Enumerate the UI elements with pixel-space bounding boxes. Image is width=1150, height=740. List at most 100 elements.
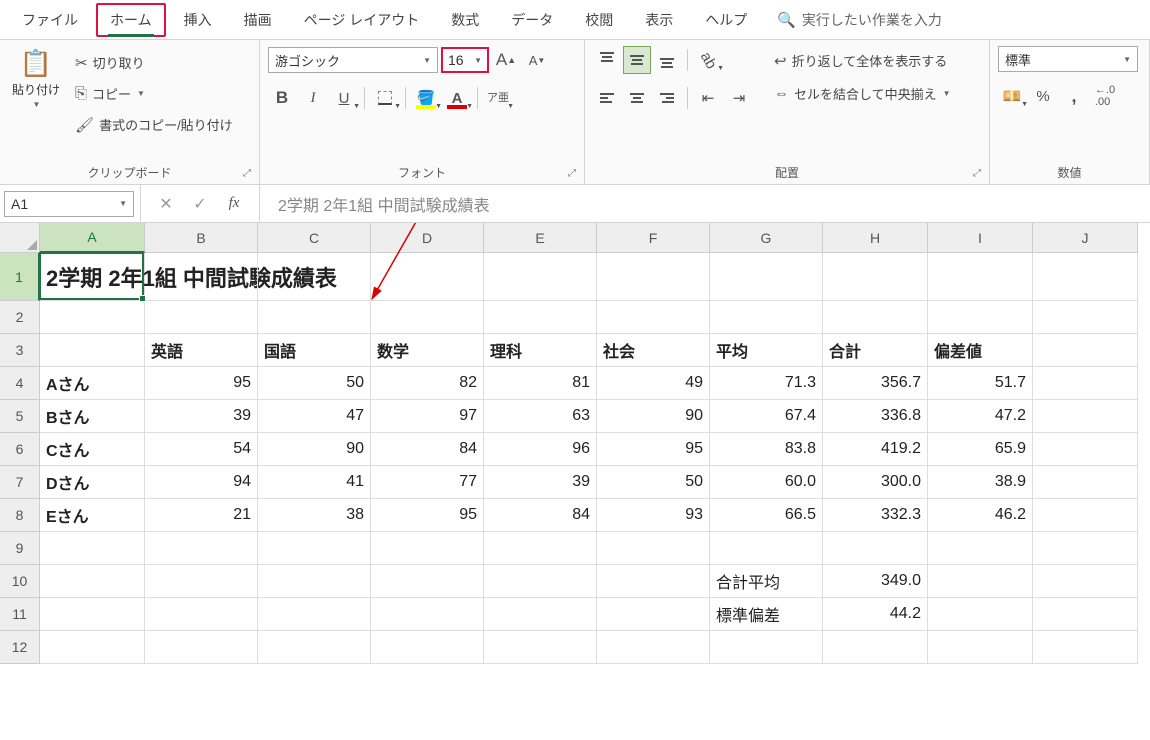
fill-color-button[interactable]: 🪣 ▼ bbox=[412, 84, 440, 112]
col-header-H[interactable]: H bbox=[823, 223, 928, 253]
cell-D8[interactable]: 95 bbox=[371, 499, 484, 532]
row-header-2[interactable]: 2 bbox=[0, 301, 40, 334]
cell-J11[interactable] bbox=[1033, 598, 1138, 631]
dialog-launcher-icon[interactable]: ⤢ bbox=[973, 168, 981, 179]
cell-I12[interactable] bbox=[928, 631, 1033, 664]
row-header-1[interactable]: 1 bbox=[0, 253, 40, 301]
menu-描画[interactable]: 描画 bbox=[230, 2, 286, 38]
cell-D6[interactable]: 84 bbox=[371, 433, 484, 466]
menu-ヘルプ[interactable]: ヘルプ bbox=[691, 2, 761, 38]
cell-H1[interactable] bbox=[823, 253, 928, 301]
cell-B1[interactable] bbox=[145, 253, 258, 301]
cell-E9[interactable] bbox=[484, 532, 597, 565]
col-header-A[interactable]: A bbox=[40, 223, 145, 253]
cell-D11[interactable] bbox=[371, 598, 484, 631]
row-header-6[interactable]: 6 bbox=[0, 433, 40, 466]
col-header-F[interactable]: F bbox=[597, 223, 710, 253]
col-header-G[interactable]: G bbox=[710, 223, 823, 253]
cell-H5[interactable]: 336.8 bbox=[823, 400, 928, 433]
cell-J4[interactable] bbox=[1033, 367, 1138, 400]
cell-J12[interactable] bbox=[1033, 631, 1138, 664]
cell-H4[interactable]: 356.7 bbox=[823, 367, 928, 400]
cells-area[interactable]: 2学期 2年1組 中間試験成績表英語国語数学理科社会平均合計偏差値Aさん9550… bbox=[40, 253, 1150, 664]
orientation-button[interactable]: ab▼ bbox=[694, 46, 722, 74]
cell-D7[interactable]: 77 bbox=[371, 466, 484, 499]
comma-style-button[interactable]: , bbox=[1060, 82, 1088, 110]
formula-input[interactable]: 2学期 2年1組 中間試験成績表 bbox=[259, 185, 1150, 222]
cell-E5[interactable]: 63 bbox=[484, 400, 597, 433]
wrap-text-button[interactable]: ↩ 折り返して全体を表示する bbox=[769, 48, 956, 73]
cell-H12[interactable] bbox=[823, 631, 928, 664]
cell-I5[interactable]: 47.2 bbox=[928, 400, 1033, 433]
cell-G1[interactable] bbox=[710, 253, 823, 301]
cell-I8[interactable]: 46.2 bbox=[928, 499, 1033, 532]
phonetic-button[interactable]: ア亜▼ bbox=[484, 84, 512, 112]
insert-function-button[interactable]: fx bbox=[221, 191, 247, 217]
menu-ファイル[interactable]: ファイル bbox=[8, 2, 92, 38]
cell-J10[interactable] bbox=[1033, 565, 1138, 598]
cell-D5[interactable]: 97 bbox=[371, 400, 484, 433]
cell-H7[interactable]: 300.0 bbox=[823, 466, 928, 499]
cell-I9[interactable] bbox=[928, 532, 1033, 565]
cell-J2[interactable] bbox=[1033, 301, 1138, 334]
cell-C8[interactable]: 38 bbox=[258, 499, 371, 532]
cell-B6[interactable]: 54 bbox=[145, 433, 258, 466]
row-header-12[interactable]: 12 bbox=[0, 631, 40, 664]
cell-G5[interactable]: 67.4 bbox=[710, 400, 823, 433]
cell-A12[interactable] bbox=[40, 631, 145, 664]
cell-D12[interactable] bbox=[371, 631, 484, 664]
menu-データ[interactable]: データ bbox=[497, 2, 567, 38]
cell-E12[interactable] bbox=[484, 631, 597, 664]
cell-D2[interactable] bbox=[371, 301, 484, 334]
cell-B12[interactable] bbox=[145, 631, 258, 664]
cell-F3[interactable]: 社会 bbox=[597, 334, 710, 367]
cell-E1[interactable] bbox=[484, 253, 597, 301]
cell-J9[interactable] bbox=[1033, 532, 1138, 565]
align-center-button[interactable] bbox=[623, 84, 651, 112]
row-header-8[interactable]: 8 bbox=[0, 499, 40, 532]
col-header-C[interactable]: C bbox=[258, 223, 371, 253]
cell-B3[interactable]: 英語 bbox=[145, 334, 258, 367]
cell-F12[interactable] bbox=[597, 631, 710, 664]
cell-G6[interactable]: 83.8 bbox=[710, 433, 823, 466]
cell-E3[interactable]: 理科 bbox=[484, 334, 597, 367]
cell-D1[interactable] bbox=[371, 253, 484, 301]
cell-E7[interactable]: 39 bbox=[484, 466, 597, 499]
italic-button[interactable]: I bbox=[299, 84, 327, 112]
cell-G4[interactable]: 71.3 bbox=[710, 367, 823, 400]
cell-J6[interactable] bbox=[1033, 433, 1138, 466]
cell-B2[interactable] bbox=[145, 301, 258, 334]
row-header-3[interactable]: 3 bbox=[0, 334, 40, 367]
cell-G12[interactable] bbox=[710, 631, 823, 664]
cell-J3[interactable] bbox=[1033, 334, 1138, 367]
font-name-select[interactable]: 游ゴシック ▼ bbox=[268, 47, 438, 73]
align-middle-button[interactable] bbox=[623, 46, 651, 74]
cell-B8[interactable]: 21 bbox=[145, 499, 258, 532]
menu-ページ レイアウト[interactable]: ページ レイアウト bbox=[290, 2, 434, 38]
cell-I6[interactable]: 65.9 bbox=[928, 433, 1033, 466]
cell-C2[interactable] bbox=[258, 301, 371, 334]
cell-H9[interactable] bbox=[823, 532, 928, 565]
decrease-font-button[interactable]: A▼ bbox=[523, 46, 551, 74]
cell-I1[interactable] bbox=[928, 253, 1033, 301]
dialog-launcher-icon[interactable]: ⤢ bbox=[243, 168, 251, 179]
cell-F1[interactable] bbox=[597, 253, 710, 301]
cell-E11[interactable] bbox=[484, 598, 597, 631]
row-header-10[interactable]: 10 bbox=[0, 565, 40, 598]
menu-挿入[interactable]: 挿入 bbox=[170, 2, 226, 38]
cell-H6[interactable]: 419.2 bbox=[823, 433, 928, 466]
cell-A2[interactable] bbox=[40, 301, 145, 334]
cell-C1[interactable] bbox=[258, 253, 371, 301]
cell-G8[interactable]: 66.5 bbox=[710, 499, 823, 532]
cell-B7[interactable]: 94 bbox=[145, 466, 258, 499]
cell-I10[interactable] bbox=[928, 565, 1033, 598]
cell-A9[interactable] bbox=[40, 532, 145, 565]
select-all-corner[interactable] bbox=[0, 223, 40, 253]
dialog-launcher-icon[interactable]: ⤢ bbox=[568, 168, 576, 179]
cell-A8[interactable]: Eさん bbox=[40, 499, 145, 532]
cell-I2[interactable] bbox=[928, 301, 1033, 334]
decrease-indent-button[interactable]: ⇤ bbox=[694, 84, 722, 112]
currency-button[interactable]: 💴▼ bbox=[998, 82, 1026, 110]
cell-C10[interactable] bbox=[258, 565, 371, 598]
cell-C6[interactable]: 90 bbox=[258, 433, 371, 466]
